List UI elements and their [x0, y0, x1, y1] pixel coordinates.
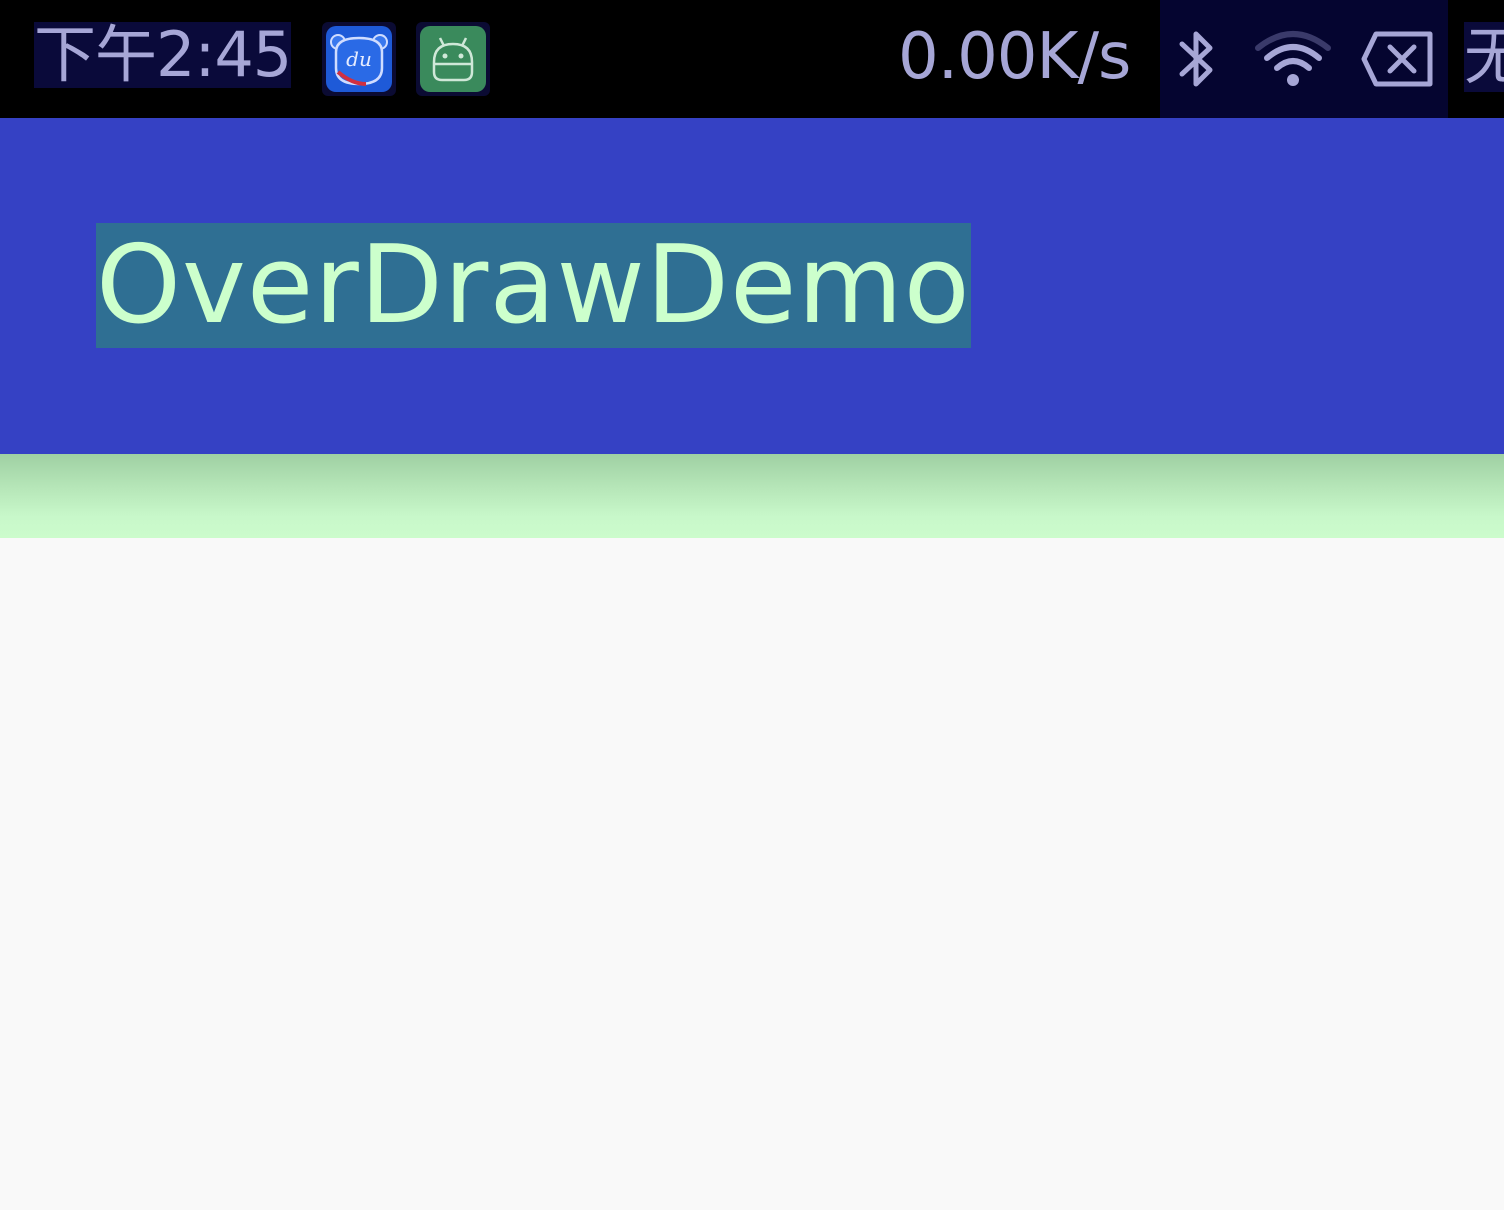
app-screen: 下午2:45 du 0.00K/s 无 OverDrawDemo [0, 0, 1504, 1210]
action-bar-shadow [0, 454, 1504, 538]
bluetooth-icon [1179, 31, 1213, 87]
action-bar: OverDrawDemo [0, 118, 1504, 454]
baidu-du-icon: du [322, 22, 396, 96]
network-speed: 0.00K/s [898, 20, 1131, 94]
status-time: 下午2:45 [34, 18, 292, 91]
app-title-text: OverDrawDemo [96, 223, 971, 348]
main-content [0, 538, 1504, 1210]
carrier-label: 无 [1464, 22, 1504, 92]
status-bar: 下午2:45 du 0.00K/s 无 [0, 0, 1504, 118]
svg-text:du: du [346, 47, 372, 71]
app-title: OverDrawDemo [96, 223, 971, 348]
no-sim-icon [1361, 31, 1433, 87]
wifi-icon [1255, 31, 1331, 86]
android-icon [416, 22, 490, 96]
